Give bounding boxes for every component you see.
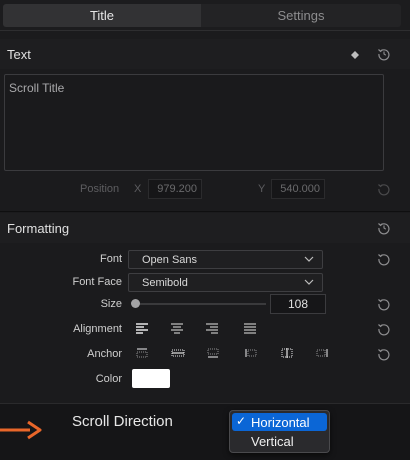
align-right-icon[interactable]: [204, 322, 220, 336]
font-label: Font: [99, 253, 122, 265]
color-swatch[interactable]: [132, 369, 170, 388]
keyframe-diamond-icon[interactable]: [348, 48, 362, 62]
menu-item-horizontal[interactable]: ✓ Horizontal: [232, 413, 327, 431]
position-x-label: X: [134, 183, 142, 195]
reset-icon[interactable]: [377, 47, 391, 61]
chevron-down-icon: [304, 256, 314, 262]
menu-item-vertical[interactable]: Vertical: [232, 432, 327, 450]
arrow-right-icon: [0, 420, 42, 440]
inspector-tabs: Title Settings: [0, 0, 410, 31]
checkmark-icon: ✓: [236, 414, 247, 428]
tab-title[interactable]: Title: [3, 4, 201, 27]
anchor-center-icon[interactable]: [279, 346, 295, 360]
position-reset-icon[interactable]: [377, 182, 391, 196]
align-left-icon[interactable]: [134, 322, 150, 336]
scroll-direction-label: Scroll Direction: [72, 413, 173, 430]
size-slider-handle[interactable]: [131, 299, 140, 308]
font-select-value: Open Sans: [142, 253, 198, 266]
anchor-right-icon[interactable]: [314, 346, 330, 360]
anchor-middle-icon[interactable]: [170, 346, 186, 360]
anchor-bottom-icon[interactable]: [205, 346, 221, 360]
menu-item-label: Vertical: [251, 433, 294, 449]
anchor-label: Anchor: [87, 348, 122, 360]
color-label: Color: [95, 373, 122, 385]
menu-item-label: Horizontal: [251, 414, 310, 430]
position-x-input[interactable]: 979.200: [148, 179, 202, 199]
scroll-direction-panel: [0, 403, 410, 460]
tab-settings[interactable]: Settings: [201, 4, 401, 27]
anchor-reset-icon[interactable]: [377, 347, 391, 361]
anchor-top-icon[interactable]: [134, 346, 150, 360]
formatting-section-title: Formatting: [7, 221, 70, 236]
font-face-select[interactable]: Semibold: [128, 273, 323, 292]
size-reset-icon[interactable]: [377, 297, 391, 311]
size-slider-track[interactable]: [135, 303, 266, 305]
size-label: Size: [100, 298, 122, 310]
position-y-input[interactable]: 540.000: [271, 179, 325, 199]
title-text-field[interactable]: Scroll Title: [4, 74, 384, 171]
position-label: Position: [80, 183, 120, 195]
scroll-direction-menu[interactable]: ✓ Horizontal Vertical: [229, 410, 330, 453]
position-y-label: Y: [258, 183, 266, 195]
font-reset-icon[interactable]: [377, 252, 391, 266]
font-select[interactable]: Open Sans: [128, 250, 323, 269]
anchor-left-icon[interactable]: [243, 346, 259, 360]
font-face-select-value: Semibold: [142, 276, 188, 289]
align-justify-icon[interactable]: [242, 322, 258, 336]
text-section-title: Text: [7, 47, 31, 62]
align-center-icon[interactable]: [169, 322, 185, 336]
font-face-label: Font Face: [72, 276, 122, 288]
size-input[interactable]: 108: [270, 294, 326, 314]
alignment-reset-icon[interactable]: [377, 322, 391, 336]
formatting-section-header[interactable]: Formatting: [0, 213, 410, 243]
text-section-header[interactable]: Text: [0, 39, 410, 69]
chevron-down-icon: [304, 279, 314, 285]
formatting-reset-icon[interactable]: [377, 221, 391, 235]
alignment-label: Alignment: [73, 323, 122, 335]
section-divider: [0, 211, 410, 212]
